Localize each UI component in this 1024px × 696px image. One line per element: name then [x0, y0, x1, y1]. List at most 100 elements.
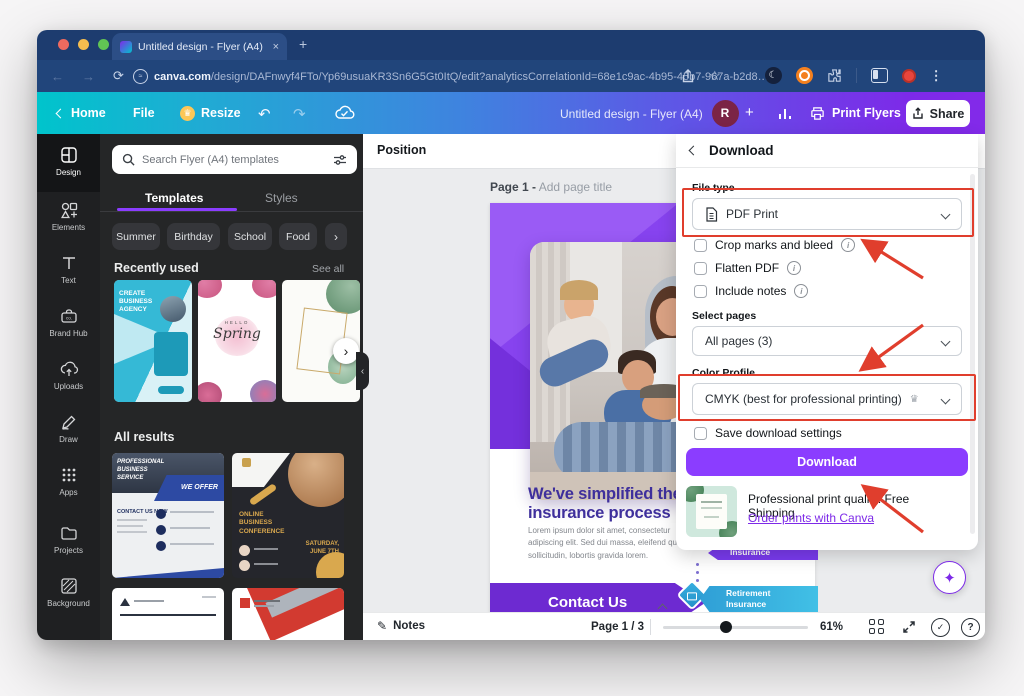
checkbox[interactable]	[694, 261, 707, 275]
download-button[interactable]: Download	[686, 448, 968, 476]
document-title[interactable]: Untitled design - Flyer (A4)	[560, 107, 703, 121]
magic-assistant-button[interactable]: ✦	[933, 561, 966, 594]
tab-close-icon[interactable]: ×	[273, 41, 279, 53]
grid-view-icon[interactable]	[869, 619, 884, 634]
checkbox[interactable]	[694, 426, 707, 440]
extensions-puzzle-icon[interactable]	[827, 68, 842, 83]
include-notes-checkbox-row[interactable]: Include notes i	[694, 284, 809, 298]
browser-menu-kebab-icon[interactable]: ⋮	[930, 68, 943, 84]
filter-icon[interactable]	[333, 154, 347, 166]
order-prints-link[interactable]: Order prints with Canva	[748, 511, 874, 525]
site-info-icon[interactable]: ≈	[133, 69, 148, 84]
sidebar-item-uploads[interactable]: Uploads	[37, 359, 100, 391]
zoom-slider-track[interactable]	[663, 626, 808, 629]
chip-summer[interactable]: Summer	[112, 223, 160, 250]
sidebar-item-background[interactable]: Background	[37, 576, 100, 608]
file-menu-button[interactable]: File	[133, 92, 155, 134]
page-title-placeholder[interactable]: Add page title	[539, 180, 612, 194]
sidebar-item-brand-hub[interactable]: co. Brand Hub	[37, 306, 100, 338]
browser-window: Untitled design - Flyer (A4) × + ← → ⟳ ≈…	[37, 30, 985, 640]
crop-marks-checkbox-row[interactable]: Crop marks and bleed i	[694, 238, 856, 252]
info-icon[interactable]: i	[794, 284, 809, 298]
projects-icon	[60, 527, 77, 540]
account-avatar[interactable]: R	[709, 99, 741, 127]
avatar-initial: R	[711, 99, 739, 127]
thumb-title: PROFESSIONAL BUSINESS SERVICE	[117, 459, 165, 481]
notes-button[interactable]: ✎ Notes	[377, 619, 425, 633]
zoom-slider-knob[interactable]	[720, 621, 732, 633]
flyer-ribbon-retirement: Retirement Insurance	[700, 586, 818, 612]
sidebar-item-draw[interactable]: Draw	[37, 412, 100, 444]
file-label: File	[133, 106, 155, 120]
sidebar-item-projects[interactable]: Projects	[37, 523, 100, 555]
position-button[interactable]: Position	[377, 143, 426, 157]
print-flyers-button[interactable]: Print Flyers	[810, 92, 901, 134]
template-thumb-business-agency[interactable]: CREATE BUSINESS AGENCY	[114, 280, 192, 402]
status-check-icon[interactable]: ✓	[931, 618, 950, 637]
template-thumb-partial-2[interactable]	[232, 588, 344, 640]
flyer-body-text[interactable]: Lorem ipsum dolor sit amet, consectetur …	[528, 525, 698, 562]
info-icon[interactable]: i	[787, 261, 802, 275]
sidebar-item-text[interactable]: Text	[37, 253, 100, 285]
canva-favicon	[120, 40, 132, 53]
chip-food[interactable]: Food	[279, 223, 317, 250]
chip-birthday[interactable]: Birthday	[167, 223, 220, 250]
url-bar[interactable]: ≈ canva.com/design/DAFnwyf4FTo/Yp69usuaK…	[133, 69, 769, 84]
help-icon[interactable]: ?	[961, 618, 980, 637]
back-icon[interactable]: ←	[51, 69, 64, 84]
chips-next-icon[interactable]: ›	[325, 223, 347, 250]
share-button[interactable]: Share	[906, 100, 970, 127]
side-panel-icon[interactable]	[870, 68, 888, 83]
minimize-window-button[interactable]	[78, 39, 89, 50]
page-label[interactable]: Page 1 - Add page title	[490, 180, 612, 194]
redo-icon[interactable]: ↷	[293, 105, 306, 123]
sidebar-item-design[interactable]: Design	[37, 145, 100, 177]
flyer-cta-banner[interactable]: Contact Us	[490, 583, 705, 612]
template-thumb-professional-business[interactable]: PROFESSIONAL BUSINESS SERVICE WE OFFER C…	[112, 453, 224, 578]
checkbox[interactable]	[694, 284, 707, 298]
new-tab-button[interactable]: +	[299, 37, 307, 51]
back-icon[interactable]	[688, 145, 699, 156]
tab-templates[interactable]: Templates	[145, 191, 203, 205]
reload-icon[interactable]: ⟳	[113, 68, 124, 84]
record-icon[interactable]	[901, 68, 916, 83]
page-indicator[interactable]: Page 1 / 3	[591, 621, 644, 633]
toolbar-divider	[855, 68, 857, 83]
extension-moon-icon[interactable]: ☾	[764, 67, 782, 84]
close-window-button[interactable]	[58, 39, 69, 50]
add-member-button[interactable]: +	[745, 104, 754, 121]
tab-styles[interactable]: Styles	[265, 191, 298, 205]
sidebar-item-elements[interactable]: Elements	[37, 200, 100, 232]
template-thumb-partial-1[interactable]	[112, 588, 224, 640]
info-icon[interactable]: i	[841, 238, 856, 252]
save-settings-checkbox-row[interactable]: Save download settings	[694, 426, 842, 440]
extension-camera-icon[interactable]	[795, 67, 813, 84]
thumb-title: CREATE BUSINESS AGENCY	[119, 290, 153, 314]
bookmark-star-icon[interactable]: ☆	[709, 68, 721, 84]
browser-tab[interactable]: Untitled design - Flyer (A4) ×	[112, 33, 287, 60]
undo-icon[interactable]: ↶	[258, 105, 271, 123]
insights-chart-icon[interactable]	[777, 106, 793, 120]
zoom-level[interactable]: 61%	[820, 621, 843, 633]
checkbox[interactable]	[694, 238, 707, 252]
print-promo-thumbnail	[686, 486, 737, 537]
chip-school[interactable]: School	[228, 223, 272, 250]
page-number-label: Page 1 -	[490, 180, 537, 194]
flatten-pdf-checkbox-row[interactable]: Flatten PDF i	[694, 261, 802, 275]
fullscreen-icon[interactable]	[901, 619, 917, 635]
share-page-icon[interactable]	[681, 68, 695, 84]
tabs-divider	[100, 211, 363, 212]
resize-button[interactable]: ♛ Resize	[180, 92, 241, 134]
url-host: canva.com	[154, 70, 211, 83]
home-button[interactable]: Home	[55, 92, 106, 134]
maximize-window-button[interactable]	[98, 39, 109, 50]
panel-collapse-handle[interactable]: ‹	[356, 352, 369, 390]
template-thumb-spring[interactable]: HELLO Spring	[198, 280, 276, 402]
forward-icon[interactable]: →	[82, 69, 95, 84]
select-pages-dropdown[interactable]: All pages (3)	[692, 326, 962, 356]
search-input[interactable]: Search Flyer (A4) templates	[112, 145, 357, 174]
chevron-down-icon	[940, 336, 951, 346]
see-all-link[interactable]: See all	[312, 263, 344, 275]
template-thumb-online-conference[interactable]: ONLINE BUSINESS CONFERENCE SATURDAY, JUN…	[232, 453, 344, 578]
sidebar-item-apps[interactable]: Apps	[37, 465, 100, 497]
